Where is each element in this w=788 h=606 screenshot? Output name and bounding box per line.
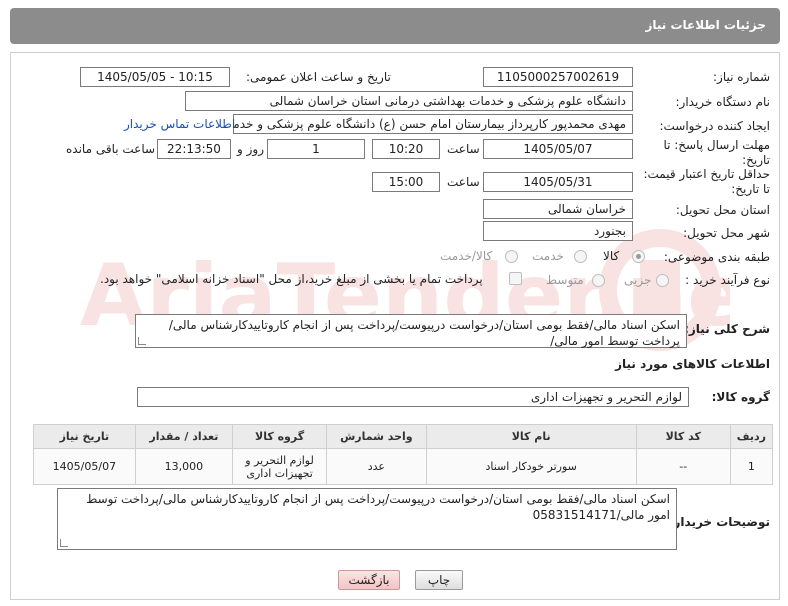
row-group: لوازم التحریر و تجهیزات اداری xyxy=(232,448,328,485)
deadline-time-label: ساعت xyxy=(447,142,480,156)
process-option-medium: متوسط xyxy=(546,273,584,287)
category-option-goods: کالا xyxy=(603,249,620,263)
category-radio-goods[interactable] xyxy=(632,250,645,263)
treasury-checkbox[interactable] xyxy=(509,272,522,285)
buyer-org-field: دانشگاه علوم پزشکی و خدمات بهداشتی درمان… xyxy=(185,91,633,111)
description-text: اسکن اسناد مالی/فقط بومی استان/درخواست د… xyxy=(168,318,680,348)
contact-buyer-link[interactable]: اطلاعات تماس خریدار xyxy=(124,117,235,131)
category-option-service: خدمت xyxy=(532,249,564,263)
announce-field: 1405/05/05 - 10:15 xyxy=(80,67,230,87)
col-index: ردیف xyxy=(729,424,774,449)
resize-handle-icon[interactable] xyxy=(138,337,146,345)
row-quantity: 13,000 xyxy=(134,448,234,485)
category-radio-service[interactable] xyxy=(574,250,587,263)
goods-group-label: گروه کالا: xyxy=(711,390,770,404)
col-unit: واحد شمارش xyxy=(326,424,427,449)
buyer-notes-text: اسکن اسناد مالی/فقط بومی استان/درخواست د… xyxy=(86,492,670,522)
remaining-label: ساعت باقی مانده xyxy=(66,142,156,156)
buyer-notes-label: توضیحات خریدار: xyxy=(668,515,770,529)
row-date: 1405/05/07 xyxy=(33,448,136,485)
province-field: خراسان شمالی xyxy=(483,199,633,219)
requester-field: مهدی محمدپور کارپرداز بیمارستان امام حسن… xyxy=(233,114,633,134)
goods-table: ردیف کد کالا نام کالا واحد شمارش گروه کا… xyxy=(33,424,774,485)
need-number-field: 1105000257002619 xyxy=(483,67,633,87)
announce-label: تاریخ و ساعت اعلان عمومی: xyxy=(246,70,391,84)
category-radio-goods-service[interactable] xyxy=(505,250,518,263)
city-label: شهر محل تحویل: xyxy=(683,226,770,240)
deadline-time-field: 10:20 xyxy=(372,139,440,159)
col-quantity: تعداد / مقدار xyxy=(134,424,234,449)
row-index: 1 xyxy=(729,448,774,485)
goods-section-title: اطلاعات کالاهای مورد نیاز xyxy=(615,357,770,371)
days-label: روز و xyxy=(237,142,264,156)
remaining-time-field: 22:13:50 xyxy=(157,139,231,159)
col-date: تاریخ نیاز xyxy=(33,424,136,449)
goods-group-field: لوازم التحریر و تجهیزات اداری xyxy=(137,387,689,407)
province-label: استان محل تحویل: xyxy=(675,203,770,217)
col-group: گروه کالا xyxy=(232,424,328,449)
resize-handle-icon[interactable] xyxy=(60,539,68,547)
table-row: 1 -- سورتر خودکار اسناد عدد لوازم التحری… xyxy=(33,448,774,485)
description-label: شرح کلی نیاز: xyxy=(684,322,770,336)
col-code: کد کالا xyxy=(635,424,731,449)
page-header: جزئیات اطلاعات نیاز xyxy=(10,8,780,44)
deadline-label: مهلت ارسال پاسخ: تا تاریخ: xyxy=(663,138,770,167)
price-validity-time-field: 15:00 xyxy=(372,172,440,192)
price-validity-time-label: ساعت xyxy=(447,175,480,189)
category-option-goods-service: کالا/خدمت xyxy=(440,249,493,263)
days-field: 1 xyxy=(267,139,365,159)
row-unit: عدد xyxy=(326,448,427,485)
process-radio-minor[interactable] xyxy=(656,274,669,287)
print-button[interactable]: چاپ xyxy=(415,570,463,590)
requester-label: ایجاد کننده درخواست: xyxy=(659,119,770,133)
city-field: بجنورد xyxy=(483,221,633,241)
goods-table-header: ردیف کد کالا نام کالا واحد شمارش گروه کا… xyxy=(33,424,774,449)
buyer-notes-textarea[interactable]: اسکن اسناد مالی/فقط بومی استان/درخواست د… xyxy=(57,488,677,550)
description-textarea[interactable]: اسکن اسناد مالی/فقط بومی استان/درخواست د… xyxy=(135,314,687,348)
price-validity-date-field: 1405/05/31 xyxy=(483,172,633,192)
deadline-date-field: 1405/05/07 xyxy=(483,139,633,159)
process-radio-medium[interactable] xyxy=(592,274,605,287)
row-name: سورتر خودکار اسناد xyxy=(425,448,637,485)
page-title: جزئیات اطلاعات نیاز xyxy=(645,18,766,32)
row-code: -- xyxy=(635,448,731,485)
process-option-minor: جزیی xyxy=(624,273,652,287)
category-label: طبقه بندی موضوعی: xyxy=(663,250,770,264)
need-number-label: شماره نیاز: xyxy=(713,70,770,84)
buyer-org-label: نام دستگاه خریدار: xyxy=(675,95,771,109)
process-label: نوع فرآیند خرید : xyxy=(685,273,770,287)
payment-note: پرداخت تمام یا بخشی از مبلغ خرید،از محل … xyxy=(100,272,483,286)
col-name: نام کالا xyxy=(425,424,637,449)
back-button[interactable]: بازگشت xyxy=(338,570,400,590)
price-validity-label: حداقل تاریخ اعتبار قیمت: تا تاریخ: xyxy=(643,167,770,196)
